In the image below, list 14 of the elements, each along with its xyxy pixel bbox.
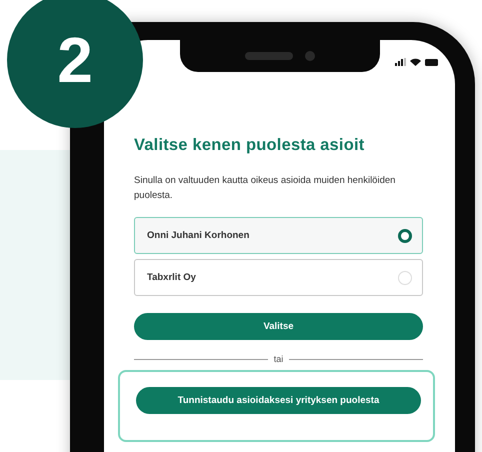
battery-icon	[425, 58, 439, 66]
company-login-button[interactable]: Tunnistaudu asioidaksesi yrityksen puolesta	[136, 387, 421, 414]
person-option[interactable]: Onni Juhani Korhonen	[134, 217, 423, 254]
person-option[interactable]: Tabxrlit Oy	[134, 259, 423, 296]
radio-button[interactable]	[398, 228, 412, 242]
signal-icon	[395, 58, 406, 66]
option-label: Onni Juhani Korhonen	[147, 230, 250, 241]
wifi-icon	[410, 58, 421, 66]
divider-label: tai	[274, 354, 284, 364]
choose-button[interactable]: Valitse	[134, 313, 423, 340]
step-badge: 2	[7, 0, 143, 128]
screen-title: Valitse kenen puolesta asioit	[134, 136, 366, 155]
option-label: Tabxrlit Oy	[147, 272, 196, 283]
description-text: Sinulla on valtuuden kautta oikeus asioida muiden henkilöiden puolesta.	[134, 174, 396, 203]
